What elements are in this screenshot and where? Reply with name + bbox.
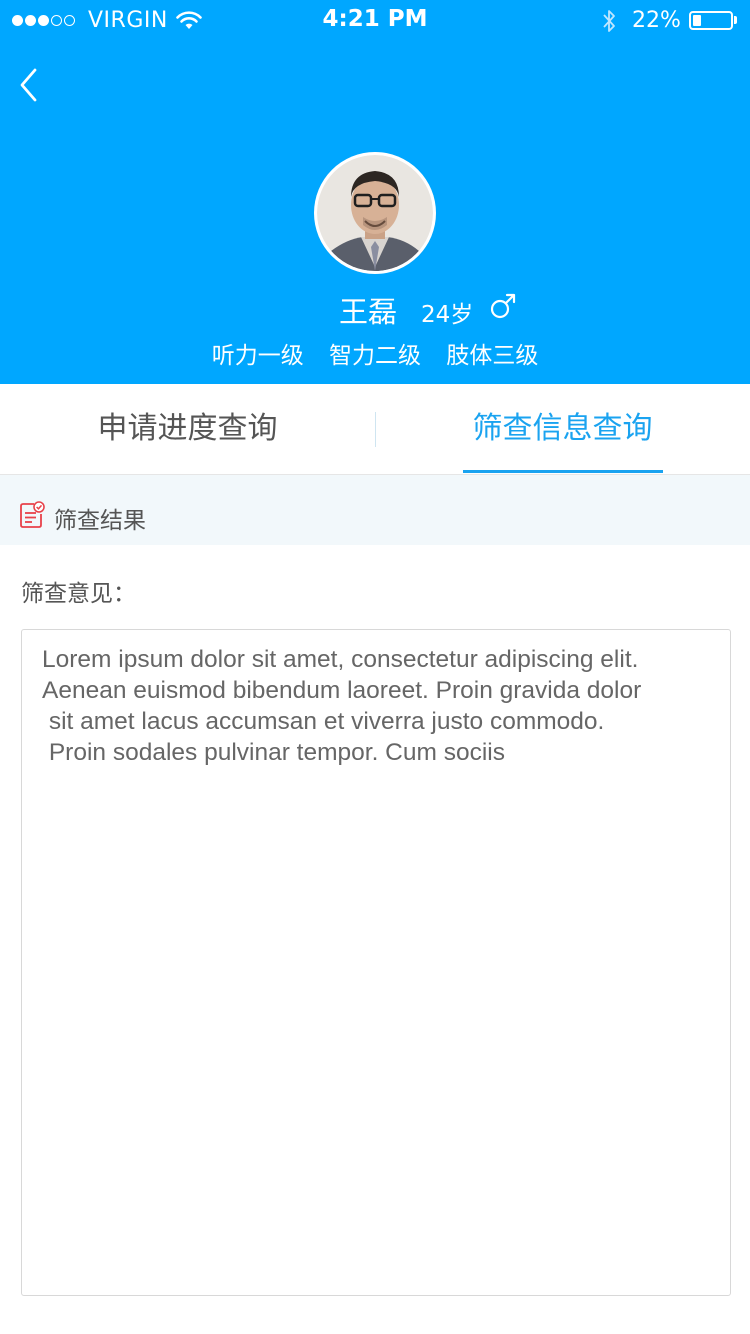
document-check-icon	[20, 501, 45, 528]
battery-percent: 22%	[632, 8, 681, 33]
opinion-label: 筛查意见：	[21, 581, 136, 607]
disability-levels: 听力一级 智力二级 肢体三级	[0, 336, 750, 370]
bluetooth-icon	[603, 10, 615, 32]
tab-bar: 申请进度查询 筛查信息查询	[0, 384, 750, 475]
avatar-photo	[317, 155, 433, 271]
male-icon	[490, 293, 516, 319]
level-intellect: 智力二级	[329, 343, 421, 369]
section-header: 筛查结果	[0, 475, 750, 545]
status-bar: VIRGIN 4:21 PM 22%	[0, 0, 750, 40]
battery-level	[693, 15, 701, 26]
opinion-textarea[interactable]: Lorem ipsum dolor sit amet, consectetur …	[21, 629, 731, 1296]
profile-name-row: 王磊 24岁	[0, 287, 750, 331]
level-hearing: 听力一级	[211, 343, 304, 369]
profile-header: VIRGIN 4:21 PM 22% 王磊 24岁 听力一级 智力二级 肢体三级	[0, 0, 750, 384]
battery-tip	[734, 16, 737, 24]
battery-icon	[689, 11, 733, 30]
level-physical: 肢体三级	[446, 343, 539, 369]
user-age: 24岁	[421, 302, 474, 328]
tab-screening-info[interactable]: 筛查信息查询	[375, 384, 750, 474]
section-title: 筛查结果	[54, 508, 146, 534]
avatar	[314, 152, 436, 274]
tab-application-progress[interactable]: 申请进度查询	[0, 384, 375, 474]
chevron-left-icon[interactable]	[12, 62, 46, 108]
user-name: 王磊	[339, 295, 398, 329]
opinion-text: Lorem ipsum dolor sit amet, consectetur …	[42, 646, 642, 766]
active-tab-indicator	[463, 470, 663, 473]
